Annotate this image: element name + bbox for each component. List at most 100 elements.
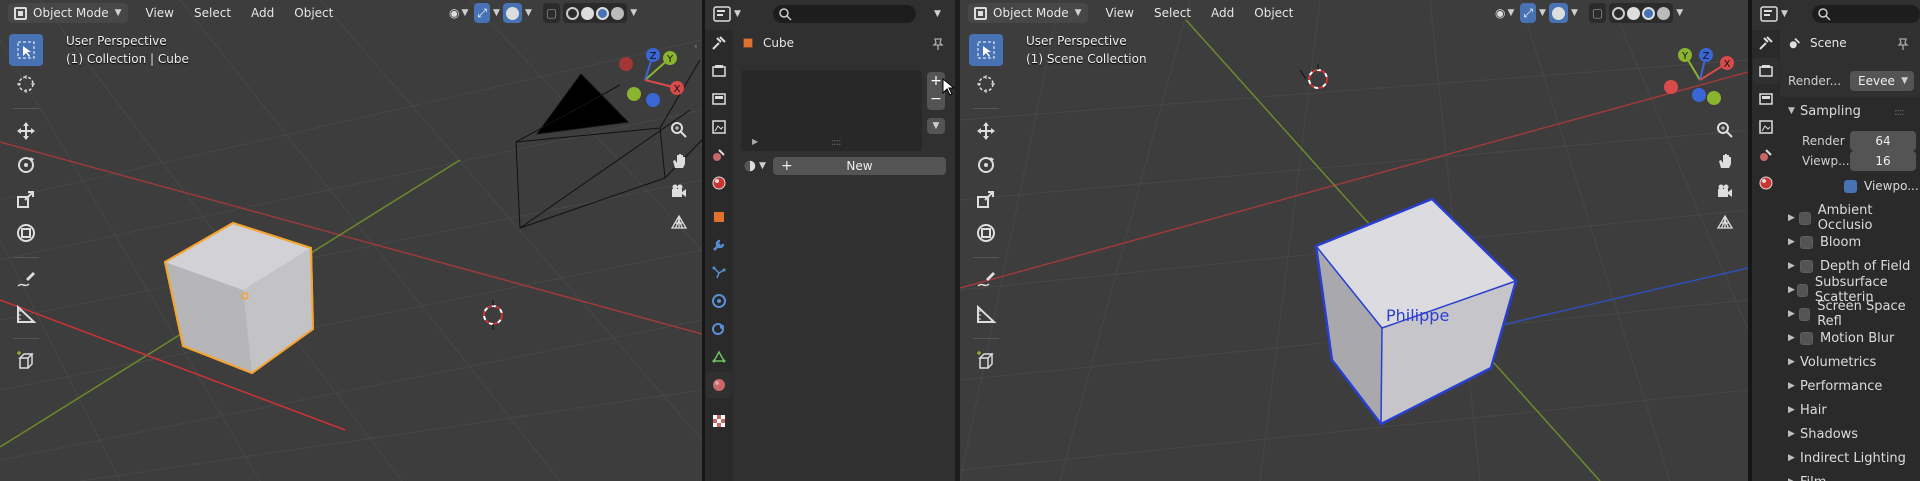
wireframe-shading-icon[interactable] <box>1612 6 1626 20</box>
tab-view-layer[interactable] <box>1753 114 1779 140</box>
section-motion-blur[interactable]: ▶ Motion Blur <box>1788 326 1894 350</box>
camera-view-button[interactable] <box>1712 179 1738 205</box>
properties-search[interactable] <box>773 5 916 23</box>
pin-icon[interactable] <box>1896 37 1910 51</box>
browse-material-button[interactable]: ▼ <box>743 157 767 175</box>
menu-add[interactable]: Add <box>243 3 282 23</box>
material-shading-icon[interactable] <box>1642 6 1656 20</box>
annotate-tool[interactable] <box>9 264 43 296</box>
editor-type-dropdown[interactable]: ▼ <box>1760 4 1794 24</box>
scale-tool[interactable] <box>969 183 1003 215</box>
slot-specials-button[interactable]: ▼ <box>927 118 945 134</box>
transform-tool[interactable] <box>969 217 1003 249</box>
pan-button[interactable] <box>1712 148 1738 174</box>
gizmo-dropdown[interactable]: ▼ <box>493 8 500 18</box>
annotate-tool[interactable] <box>969 264 1003 296</box>
tab-object[interactable] <box>706 204 732 230</box>
minus-icon[interactable]: − <box>930 90 942 108</box>
overlay-toggle[interactable] <box>1548 3 1568 23</box>
tab-particles[interactable] <box>706 260 732 286</box>
wireframe-shading-icon[interactable] <box>566 6 580 20</box>
section-film[interactable]: ▶Film <box>1788 470 1826 481</box>
tab-render[interactable] <box>1753 58 1779 84</box>
tab-output[interactable] <box>1753 86 1779 112</box>
tab-world[interactable] <box>1753 170 1779 196</box>
gizmo-toggle[interactable]: ⤢ <box>474 3 491 23</box>
xray-toggle[interactable]: ▢ <box>542 3 561 23</box>
section-indirect-lighting[interactable]: ▶ Indirect Lighting <box>1788 446 1906 470</box>
tab-render[interactable] <box>706 58 732 84</box>
ortho-toggle-button[interactable] <box>1712 210 1738 236</box>
new-material-button[interactable]: + New <box>773 157 946 175</box>
menu-object[interactable]: Object <box>1246 3 1301 23</box>
menu-view[interactable]: View <box>1098 3 1142 23</box>
solid-shading-icon[interactable] <box>1627 6 1641 20</box>
shading-buttons[interactable] <box>563 3 628 23</box>
overlay-dropdown[interactable]: ▼ <box>1571 8 1578 18</box>
properties-search[interactable] <box>1812 5 1920 23</box>
xray-toggle[interactable]: ▢ <box>1588 3 1607 23</box>
tab-output[interactable] <box>706 86 732 112</box>
mode-dropdown[interactable]: Object Mode ▼ <box>8 3 128 23</box>
zoom-button[interactable] <box>1712 117 1738 143</box>
sampling-panel-header[interactable]: ▼ Sampling <box>1788 99 1861 123</box>
rendered-shading-icon[interactable] <box>1657 6 1671 20</box>
viewport-samples-field[interactable]: 16 <box>1850 151 1916 171</box>
section-volumetrics[interactable]: ▶ Volumetrics <box>1788 350 1876 374</box>
tab-tool[interactable] <box>706 30 732 56</box>
tab-world[interactable] <box>706 170 732 196</box>
shading-dropdown[interactable]: ▼ <box>1676 8 1683 18</box>
gizmo-dropdown[interactable]: ▼ <box>1539 8 1546 18</box>
gizmo-toggle[interactable]: ⤢ <box>1520 3 1537 23</box>
tab-material[interactable] <box>706 372 732 398</box>
tab-physics[interactable] <box>706 288 732 314</box>
section-shadows[interactable]: ▶ Shadows <box>1788 422 1858 446</box>
overlay-dropdown[interactable]: ▼ <box>525 8 532 18</box>
options-dropdown[interactable]: ▼ <box>934 9 941 19</box>
transform-tool[interactable] <box>9 217 43 249</box>
measure-tool[interactable] <box>969 298 1003 330</box>
tab-tool[interactable] <box>1753 30 1779 56</box>
render-engine-dropdown[interactable]: Eevee ▼ <box>1850 71 1914 91</box>
tab-data[interactable] <box>706 344 732 370</box>
move-tool[interactable] <box>9 115 43 147</box>
menu-object[interactable]: Object <box>286 3 341 23</box>
camera-view-button[interactable] <box>666 179 692 205</box>
section-enable-checkbox[interactable] <box>1800 331 1813 345</box>
section-performance[interactable]: ▶ Performance <box>1788 374 1882 398</box>
pan-button[interactable] <box>666 148 692 174</box>
section-ambient-occlusio[interactable]: ▶ Ambient Occlusio <box>1788 203 1920 233</box>
section-bloom[interactable]: ▶ Bloom <box>1788 230 1861 254</box>
tab-texture[interactable] <box>706 408 732 434</box>
zoom-button[interactable] <box>666 117 692 143</box>
right-3d-viewport[interactable]: Philippe Y Z X User Perspective (1) Scen… <box>960 0 1748 481</box>
section-enable-checkbox[interactable] <box>1800 235 1813 249</box>
rotate-tool[interactable] <box>9 149 43 181</box>
left-3d-viewport[interactable]: User Perspective (1) Collection | Cube Z… <box>0 0 702 481</box>
tab-constraints[interactable] <box>706 316 732 342</box>
shading-buttons[interactable] <box>1609 3 1674 23</box>
overlay-toggle[interactable] <box>502 3 522 23</box>
visibility-dropdown[interactable]: ◉ ▼ <box>1492 3 1517 23</box>
ortho-toggle-button[interactable] <box>666 210 692 236</box>
pin-icon[interactable] <box>931 37 945 51</box>
cursor-tool[interactable] <box>969 68 1003 100</box>
scale-tool[interactable] <box>9 183 43 215</box>
add-cube-tool[interactable] <box>9 345 43 377</box>
select-tool[interactable] <box>9 34 43 66</box>
menu-view[interactable]: View <box>138 3 182 23</box>
add-cube-tool[interactable] <box>969 345 1003 377</box>
viewport-denoise-checkbox[interactable]: Viewpo... <box>1844 174 1919 198</box>
section-enable-checkbox[interactable] <box>1800 259 1813 273</box>
section-enable-checkbox[interactable] <box>1797 283 1808 297</box>
solid-shading-icon[interactable] <box>581 6 595 20</box>
tab-modifiers[interactable] <box>706 232 732 258</box>
render-samples-field[interactable]: 64 <box>1850 131 1916 151</box>
menu-select[interactable]: Select <box>1146 3 1199 23</box>
resize-handle[interactable]: :::: <box>831 137 842 148</box>
expand-triangle-icon[interactable]: ▶ <box>752 137 758 146</box>
cursor-tool[interactable] <box>9 68 43 100</box>
rendered-shading-icon[interactable] <box>611 6 625 20</box>
panel-drag-handle[interactable]: :::: <box>1894 107 1905 118</box>
plus-icon[interactable]: + <box>930 72 942 90</box>
